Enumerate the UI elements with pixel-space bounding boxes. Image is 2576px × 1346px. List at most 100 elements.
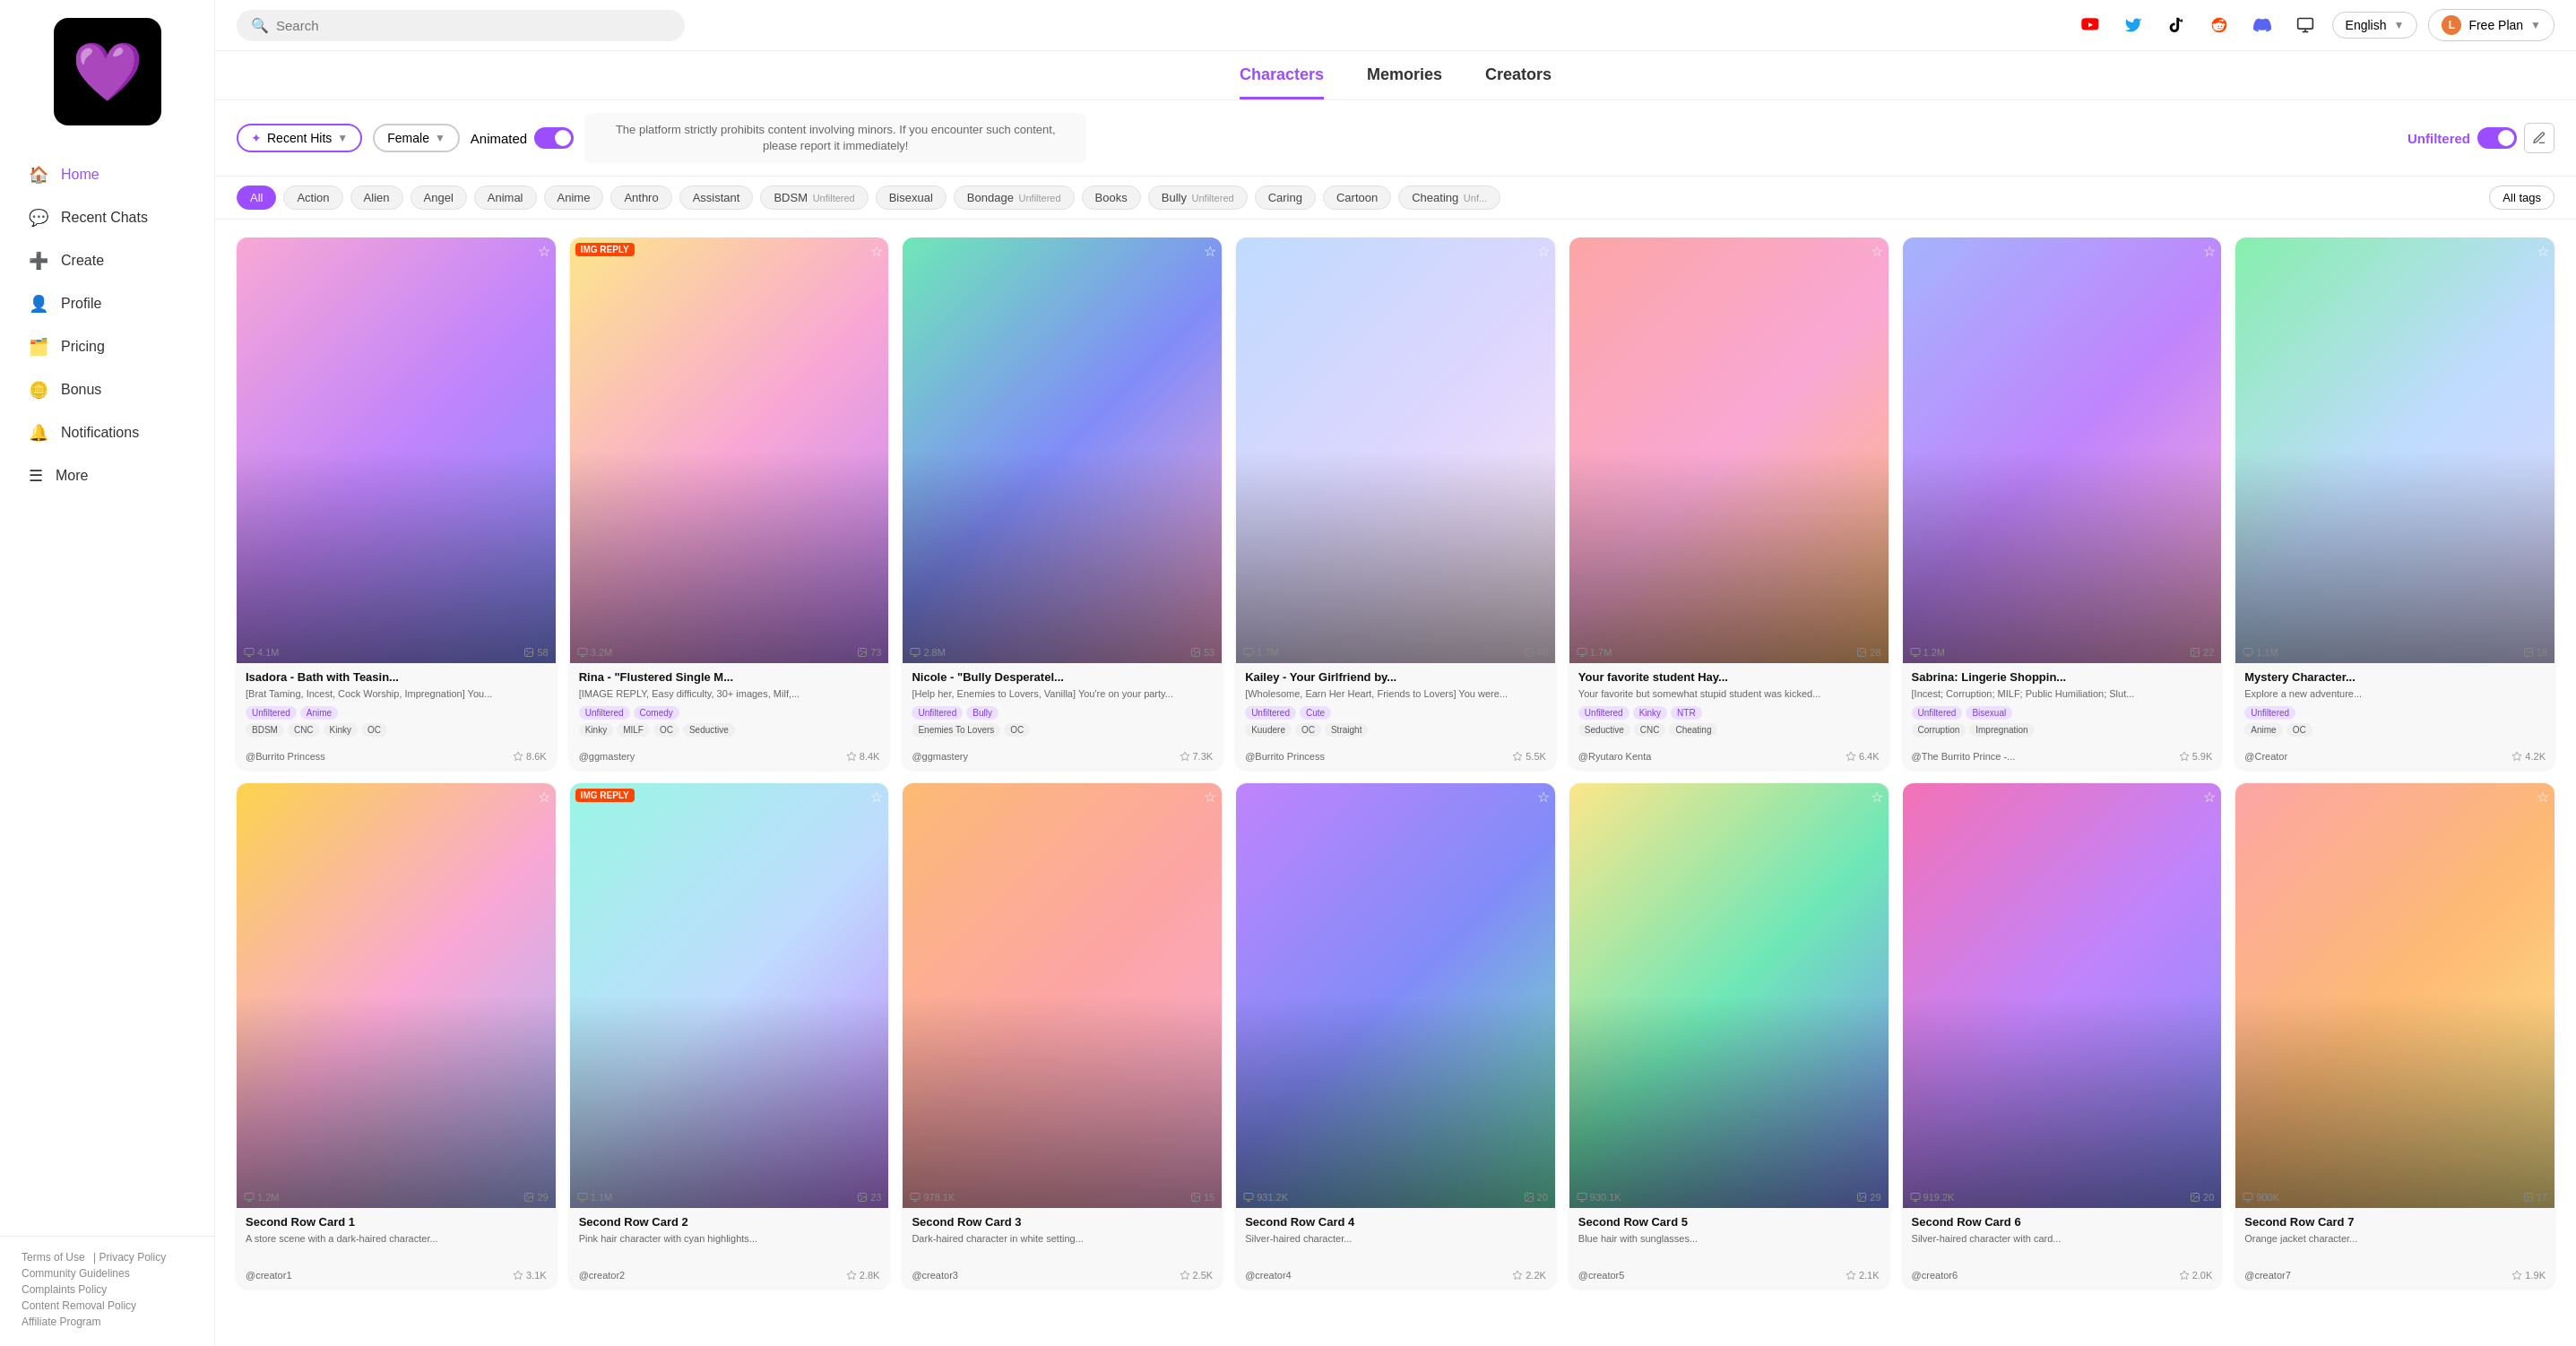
discord-icon[interactable]	[2246, 9, 2278, 41]
unfiltered-toggle-switch[interactable]	[2477, 127, 2517, 149]
card-favorite-star[interactable]: ☆	[2537, 789, 2549, 806]
sidebar-item-more[interactable]: ☰ More	[7, 455, 207, 496]
female-chevron: ▼	[435, 132, 445, 144]
card-favorite-star[interactable]: ☆	[538, 789, 550, 806]
monitor-icon[interactable]	[2289, 9, 2321, 41]
language-select[interactable]: English ▼	[2332, 12, 2418, 39]
card-footer: @ggmastery 8.4K	[570, 747, 889, 769]
cheating-unfiltered-suffix: Unf...	[1464, 193, 1487, 203]
card-sub-tags: Enemies To LoversOC	[912, 723, 1213, 737]
card-7[interactable]: ☆ 1.1M 18 Mystery Character... Explore a…	[2235, 237, 2554, 769]
twitter-icon[interactable]	[2117, 9, 2149, 41]
sidebar-item-pricing[interactable]: 🗂️ Pricing	[7, 326, 207, 367]
community-link[interactable]: Community Guidelines	[22, 1267, 130, 1280]
complaints-link[interactable]: Complaints Policy	[22, 1283, 107, 1296]
tag-alien[interactable]: Alien	[350, 186, 403, 210]
youtube-icon[interactable]	[2074, 9, 2106, 41]
sidebar-item-profile[interactable]: 👤 Profile	[7, 283, 207, 324]
card-13[interactable]: ☆ 919.2K 20 Second Row Card 6 Silver-hai…	[1903, 783, 2222, 1288]
card-desc: A store scene with a dark-haired charact…	[246, 1232, 547, 1246]
card-author: @Burrito Princess	[246, 751, 325, 762]
sidebar-item-bonus-label: Bonus	[61, 382, 101, 398]
card-favorite-star[interactable]: ☆	[1871, 243, 1883, 260]
sidebar-item-bonus[interactable]: 🪙 Bonus	[7, 369, 207, 410]
tag-assistant[interactable]: Assistant	[679, 186, 754, 210]
terms-link[interactable]: Terms of Use	[22, 1251, 85, 1264]
card-12[interactable]: ☆ 930.1K 29 Second Row Card 5 Blue hair …	[1569, 783, 1889, 1288]
tag-bdsm[interactable]: BDSM Unfiltered	[760, 186, 868, 210]
card-favorite-star[interactable]: ☆	[1204, 243, 1216, 260]
card-favorite-star[interactable]: ☆	[1537, 789, 1550, 806]
card-favorite-star[interactable]: ☆	[2203, 789, 2216, 806]
card-tag: Cute	[1300, 706, 1331, 720]
card-favorite-star[interactable]: ☆	[1871, 789, 1883, 806]
card-sub-tag: Corruption	[1912, 723, 1967, 737]
content-removal-link[interactable]: Content Removal Policy	[22, 1299, 136, 1312]
tiktok-icon[interactable]	[2160, 9, 2192, 41]
card-image-count: 58	[523, 647, 548, 658]
card-favorite-star[interactable]: ☆	[2537, 243, 2549, 260]
tag-bisexual[interactable]: Bisexual	[876, 186, 947, 210]
tag-bully[interactable]: Bully Unfiltered	[1148, 186, 1248, 210]
card-image-count: 73	[857, 647, 881, 658]
tag-anthro[interactable]: Anthro	[610, 186, 671, 210]
sidebar-item-create[interactable]: ➕ Create	[7, 240, 207, 281]
card-main-tags: UnfilteredComedy	[579, 706, 880, 720]
card-1[interactable]: ☆ 4.1M 58 Isadora - Bath with Teasin... …	[237, 237, 556, 769]
tag-angel[interactable]: Angel	[411, 186, 467, 210]
sidebar-item-home[interactable]: 🏠 Home	[7, 154, 207, 195]
all-tags-button[interactable]: All tags	[2489, 186, 2554, 210]
tag-all[interactable]: All	[237, 186, 276, 210]
card-views: 1.7M	[1577, 647, 1612, 658]
card-2[interactable]: IMG REPLY ☆ 3.2M 73 Rina - "Flustered Si…	[570, 237, 889, 769]
card-14[interactable]: ☆ 900K 17 Second Row Card 7 Orange jacke…	[2235, 783, 2554, 1288]
card-11[interactable]: ☆ 931.2K 20 Second Row Card 4 Silver-hai…	[1236, 783, 1555, 1288]
card-9[interactable]: IMG REPLY ☆ 1.1M 23 Second Row Card 2 Pi…	[570, 783, 889, 1288]
sidebar-item-profile-label: Profile	[61, 296, 101, 312]
privacy-link[interactable]: Privacy Policy	[99, 1251, 167, 1264]
card-tag: Unfiltered	[2244, 706, 2295, 720]
card-favorite-star[interactable]: ☆	[2203, 243, 2216, 260]
card-3[interactable]: ☆ 2.8M 53 Nicole - "Bully Desperatel... …	[903, 237, 1222, 769]
recent-hits-dropdown[interactable]: ✦ Recent Hits ▼	[237, 124, 362, 152]
card-favorite-star[interactable]: ☆	[1537, 243, 1550, 260]
card-favorite-star[interactable]: ☆	[870, 243, 883, 260]
card-4[interactable]: ☆ 1.7M 40 Kailey - Your Girlfriend by...…	[1236, 237, 1555, 769]
card-main-tags: UnfilteredAnime	[246, 706, 547, 720]
card-views: 1.2M	[1910, 647, 1945, 658]
reddit-icon[interactable]	[2203, 9, 2235, 41]
tag-animal[interactable]: Animal	[474, 186, 537, 210]
tag-cheating[interactable]: Cheating Unf...	[1398, 186, 1500, 210]
female-dropdown[interactable]: Female ▼	[373, 124, 460, 152]
search-input[interactable]	[276, 18, 670, 33]
card-favorite-star[interactable]: ☆	[538, 243, 550, 260]
tag-action[interactable]: Action	[283, 186, 342, 210]
tag-cartoon[interactable]: Cartoon	[1323, 186, 1391, 210]
card-8[interactable]: ☆ 1.2M 29 Second Row Card 1 A store scen…	[237, 783, 556, 1288]
filter-row: ✦ Recent Hits ▼ Female ▼ Animated The pl…	[215, 100, 2576, 177]
card-favorite-star[interactable]: ☆	[870, 789, 883, 806]
sidebar-item-notifications[interactable]: 🔔 Notifications	[7, 412, 207, 453]
card-body: Nicole - "Bully Desperatel... [Help her,…	[903, 663, 1222, 747]
tab-creators[interactable]: Creators	[1485, 65, 1552, 99]
tab-memories[interactable]: Memories	[1367, 65, 1442, 99]
plan-select[interactable]: L Free Plan ▼	[2428, 9, 2554, 41]
tag-books[interactable]: Books	[1082, 186, 1141, 210]
card-stats: 3.2M 73	[570, 647, 889, 658]
card-6[interactable]: ☆ 1.2M 22 Sabrina: Lingerie Shoppin... […	[1903, 237, 2222, 769]
tag-caring[interactable]: Caring	[1255, 186, 1316, 210]
card-favorite-star[interactable]: ☆	[1204, 789, 1216, 806]
svg-rect-70	[1578, 1194, 1586, 1200]
card-sub-tag: OC	[1004, 723, 1030, 737]
tag-anime[interactable]: Anime	[544, 186, 604, 210]
card-10[interactable]: ☆ 978.1K 15 Second Row Card 3 Dark-haire…	[903, 783, 1222, 1288]
animated-toggle-switch[interactable]	[534, 127, 574, 149]
settings-icon-btn[interactable]	[2524, 123, 2554, 153]
card-5[interactable]: ☆ 1.7M 28 Your favorite student Hay... Y…	[1569, 237, 1889, 769]
tag-bondage[interactable]: Bondage Unfiltered	[954, 186, 1075, 210]
sidebar-item-recent-chats[interactable]: 💬 Recent Chats	[7, 197, 207, 238]
card-tag: Bully	[966, 706, 998, 720]
tab-characters[interactable]: Characters	[1240, 65, 1324, 99]
search-box[interactable]: 🔍	[237, 10, 685, 41]
affiliate-link[interactable]: Affiliate Program	[22, 1316, 100, 1328]
